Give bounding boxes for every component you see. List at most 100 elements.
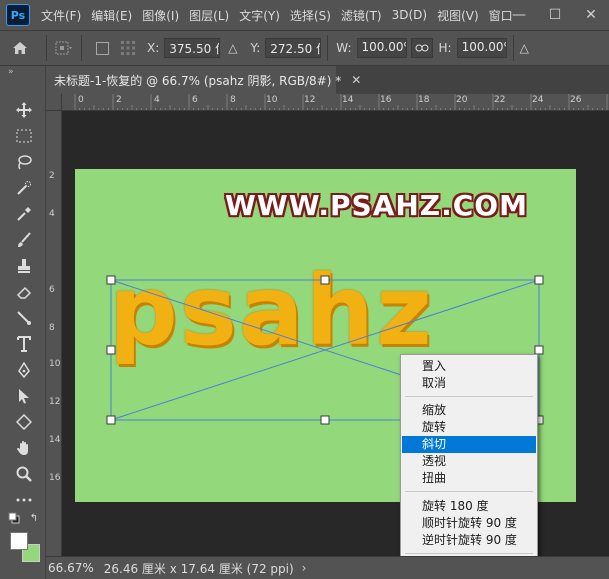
quick-selection-tool-icon[interactable]: [10, 176, 38, 200]
options-bar: X: 375.50 像素 △ Y: 272.50 像素 W: 100.00% H…: [0, 30, 609, 66]
zoom-level-field[interactable]: 66.67%: [46, 561, 100, 575]
pen-tool-icon[interactable]: [10, 358, 38, 382]
menu-layer[interactable]: 图层(L): [184, 7, 234, 24]
menu-item-rotate-90-ccw[interactable]: 逆时针旋转 90 度: [402, 532, 536, 549]
reference-checkbox[interactable]: [96, 41, 109, 55]
ruler-h-label: 8: [230, 95, 236, 105]
menu-item-rotate-90-cw[interactable]: 顺时针旋转 90 度: [402, 515, 536, 532]
delta-icon[interactable]: △: [228, 41, 237, 55]
ruler-h-label: 12: [304, 95, 316, 105]
document-size-info: 26.46 厘米 x 17.64 厘米 (72 ppi): [103, 561, 294, 576]
ruler-h-label: 4: [154, 95, 160, 105]
link-icon[interactable]: [410, 38, 433, 58]
color-swatches: [8, 530, 44, 566]
width-percent-field[interactable]: 100.00%: [356, 38, 407, 58]
document-tab[interactable]: 未标题-1-恢复的 @ 66.7% (psahz 阴影, RGB/8#) * ✕: [46, 66, 361, 94]
menu-item-rotate-180[interactable]: 旋转 180 度: [402, 498, 536, 515]
horizontal-ruler[interactable]: 0 2 4 6 8 10 12 14 16 18 20 22 24 26: [62, 94, 609, 111]
ruler-h-label: 16: [380, 95, 392, 105]
ruler-v-label: 10: [49, 359, 61, 369]
ruler-h-label: 20: [456, 95, 468, 105]
menu-separator: [405, 491, 533, 492]
ruler-v-label: 16: [49, 473, 61, 483]
x-position-field[interactable]: 375.50 像素: [164, 38, 221, 58]
menu-item-perspective[interactable]: 透视: [402, 453, 536, 470]
window-controls: — ☐ ✕: [501, 0, 609, 30]
marquee-tool-icon[interactable]: [10, 124, 38, 148]
path-selection-tool-icon[interactable]: [10, 384, 38, 408]
menu-item-place[interactable]: 置入: [402, 358, 536, 375]
shape-tool-icon[interactable]: [10, 410, 38, 434]
ruler-h-label: 6: [192, 95, 198, 105]
collapse-panel-icon[interactable]: »: [0, 66, 45, 80]
h-label: H:: [438, 41, 452, 55]
foreground-color-swatch[interactable]: [10, 532, 28, 550]
more-tools-icon[interactable]: [10, 488, 38, 512]
ruler-h-label: 24: [532, 95, 544, 105]
menu-filter[interactable]: 滤镜(T): [336, 7, 387, 24]
reference-grid-icon: [117, 37, 139, 59]
ruler-v-label: 12: [49, 397, 61, 407]
photoshop-logo-icon: Ps: [6, 4, 30, 26]
document-tab-title: 未标题-1-恢复的 @ 66.7% (psahz 阴影, RGB/8#) *: [54, 73, 342, 88]
options-separator: [512, 35, 514, 61]
tab-close-icon[interactable]: ✕: [351, 73, 361, 87]
menu-select[interactable]: 选择(S): [285, 7, 336, 24]
transform-handle[interactable]: [106, 415, 116, 425]
status-bar: 66.67% 26.46 厘米 x 17.64 厘米 (72 ppi) ›: [46, 556, 609, 579]
menu-item-rotate[interactable]: 旋转: [402, 419, 536, 436]
transform-handle[interactable]: [106, 345, 116, 355]
transform-handle[interactable]: [534, 345, 544, 355]
angle-icon[interactable]: △: [520, 41, 529, 55]
home-icon[interactable]: [0, 30, 40, 66]
tools-panel: » ↰: [0, 66, 46, 579]
minimize-button[interactable]: —: [501, 4, 537, 26]
ruler-h-label: 10: [266, 95, 278, 105]
status-menu-arrow-icon[interactable]: ›: [302, 561, 307, 575]
height-percent-field[interactable]: 100.00%: [456, 38, 507, 58]
ruler-h-label: 14: [342, 95, 354, 105]
transform-handle[interactable]: [320, 415, 330, 425]
menu-separator: [405, 553, 533, 554]
menu-3d[interactable]: 3D(D): [387, 8, 432, 22]
transform-handle[interactable]: [320, 275, 330, 285]
ruler-h-label: 26: [570, 95, 582, 105]
menu-type[interactable]: 文字(Y): [234, 7, 285, 24]
menu-item-distort[interactable]: 扭曲: [402, 470, 536, 487]
menu-view[interactable]: 视图(V): [432, 7, 484, 24]
lasso-tool-icon[interactable]: [10, 150, 38, 174]
ruler-h-label: 2: [116, 95, 122, 105]
ruler-h-label: 0: [78, 95, 84, 105]
move-tool-icon[interactable]: [10, 98, 38, 122]
type-tool-icon[interactable]: [10, 332, 38, 356]
document-tab-bar: 未标题-1-恢复的 @ 66.7% (psahz 阴影, RGB/8#) * ✕: [46, 66, 609, 94]
menu-edit[interactable]: 编辑(E): [86, 7, 137, 24]
hand-tool-icon[interactable]: [10, 436, 38, 460]
maximize-button[interactable]: ☐: [537, 4, 573, 26]
y-position-field[interactable]: 272.50 像素: [265, 38, 322, 58]
menu-item-skew[interactable]: 斜切: [402, 436, 536, 453]
menu-bar: Ps 文件(F) 编辑(E) 图像(I) 图层(L) 文字(Y) 选择(S) 滤…: [0, 0, 609, 30]
w-label: W:: [336, 41, 352, 55]
menu-item-scale[interactable]: 缩放: [402, 402, 536, 419]
ruler-h-label: 18: [418, 95, 430, 105]
transform-handle[interactable]: [106, 275, 116, 285]
swap-colors-icon[interactable]: ↰: [26, 510, 42, 526]
ruler-v-label: 4: [49, 209, 55, 219]
transform-handle[interactable]: [534, 275, 544, 285]
options-separator: [81, 35, 82, 61]
brush-tool-icon[interactable]: [10, 228, 38, 252]
default-colors-icon[interactable]: [6, 510, 22, 526]
menu-item-cancel[interactable]: 取消: [402, 375, 536, 392]
eraser-tool-icon[interactable]: [10, 280, 38, 304]
vertical-ruler[interactable]: 2 4 6 8 10 12 14 16: [46, 111, 62, 556]
eyedropper-tool-icon[interactable]: [10, 202, 38, 226]
menu-image[interactable]: 图像(I): [137, 7, 184, 24]
reference-point-icon[interactable]: [53, 37, 75, 59]
zoom-tool-icon[interactable]: [10, 462, 38, 486]
close-button[interactable]: ✕: [573, 4, 609, 26]
stamp-tool-icon[interactable]: [10, 254, 38, 278]
gradient-tool-icon[interactable]: [10, 306, 38, 330]
menu-file[interactable]: 文件(F): [36, 7, 86, 24]
ruler-origin[interactable]: [46, 94, 62, 111]
